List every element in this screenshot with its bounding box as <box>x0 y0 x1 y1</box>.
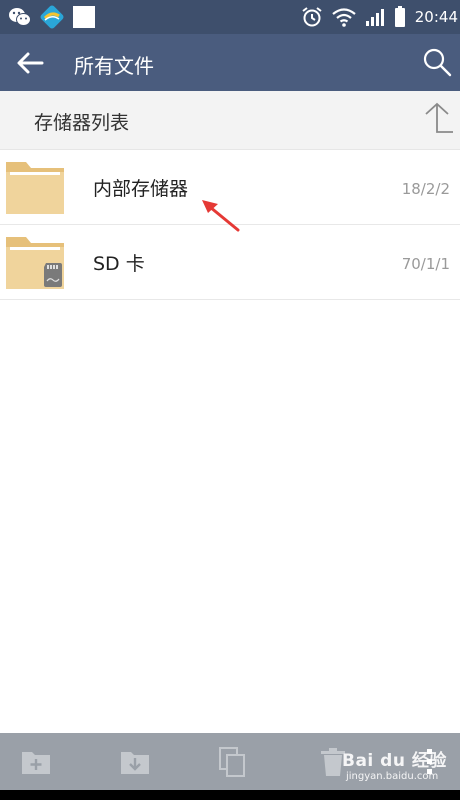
section-title: 存储器列表 <box>34 112 130 134</box>
status-time: 20:44 <box>414 8 458 26</box>
page-title: 所有文件 <box>74 54 154 78</box>
search-button[interactable] <box>420 46 454 78</box>
new-folder-button[interactable] <box>19 745 53 779</box>
wechat-icon <box>9 8 31 26</box>
up-level-button[interactable] <box>422 101 456 137</box>
storage-item-date: 18/2/2 <box>401 180 450 198</box>
new-folder-icon <box>22 752 50 774</box>
up-arrow-icon <box>425 102 453 133</box>
watermark-main: Bai du 经验 <box>342 751 447 771</box>
storage-item-name: 内部存储器 <box>93 178 189 200</box>
status-left-icons <box>8 5 96 29</box>
folder-icon <box>6 162 64 214</box>
baidu-watermark: Bai du 经验 jingyan.baidu.com <box>338 744 456 790</box>
watermark-sub: jingyan.baidu.com <box>346 771 439 782</box>
storage-item-sd[interactable]: SD 卡 70/1/1 <box>0 225 460 300</box>
copy-icon <box>219 747 245 777</box>
download-folder-icon <box>121 752 149 774</box>
storage-item-name: SD 卡 <box>93 253 145 275</box>
alarm-icon <box>302 7 322 27</box>
battery-icon <box>394 6 405 27</box>
back-arrow-icon <box>17 52 44 74</box>
back-button[interactable] <box>12 48 48 78</box>
app-bar: 所有文件 <box>0 34 460 91</box>
wifi-icon <box>332 8 356 27</box>
signal-icon <box>365 9 384 26</box>
copy-button[interactable] <box>216 745 250 779</box>
annotation-arrow-icon <box>202 200 240 232</box>
status-right-icons: 20:44 <box>301 6 458 28</box>
search-icon <box>423 48 452 77</box>
storage-list-header: 存储器列表 <box>0 91 460 150</box>
app-icon <box>40 5 64 29</box>
sd-folder-icon <box>6 237 64 289</box>
status-bar: 20:44 <box>0 0 460 34</box>
blank-square-icon <box>73 6 95 28</box>
storage-item-date: 70/1/1 <box>401 255 450 273</box>
system-nav-strip <box>0 790 460 800</box>
download-folder-button[interactable] <box>118 745 152 779</box>
